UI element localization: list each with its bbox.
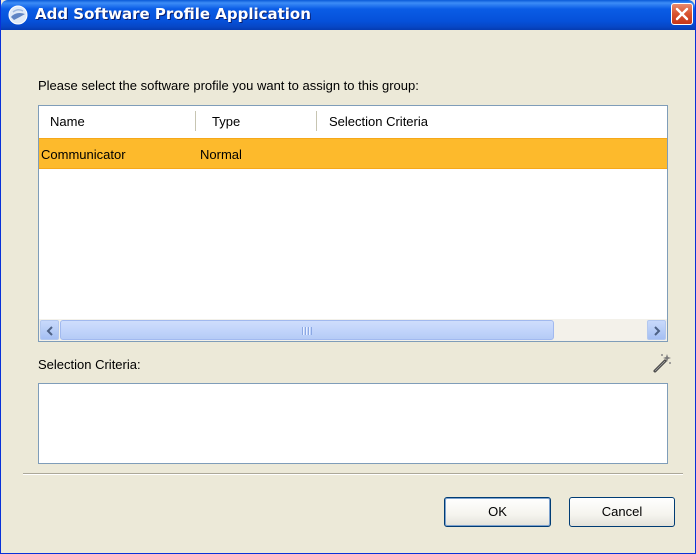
grip-icon — [302, 327, 312, 335]
selection-criteria-field[interactable] — [38, 383, 668, 464]
cell-type: Normal — [200, 147, 242, 162]
title-bar[interactable]: Add Software Profile Application — [1, 0, 695, 30]
horizontal-scrollbar[interactable] — [39, 319, 667, 341]
table-row[interactable]: Communicator Normal — [39, 138, 667, 169]
cancel-button[interactable]: Cancel — [569, 497, 675, 527]
globe-icon — [8, 5, 28, 25]
column-header-selection-criteria[interactable]: Selection Criteria — [329, 114, 428, 129]
instruction-text: Please select the software profile you w… — [38, 78, 419, 93]
close-icon — [675, 7, 689, 21]
separator — [23, 473, 683, 475]
close-button[interactable] — [671, 3, 693, 25]
column-divider[interactable] — [316, 111, 317, 131]
arrow-right-icon — [654, 326, 661, 336]
ok-button[interactable]: OK — [444, 497, 551, 527]
profile-table[interactable]: Name Type Selection Criteria Communicato… — [38, 105, 668, 342]
wand-icon[interactable] — [651, 352, 673, 374]
column-divider[interactable] — [195, 111, 196, 131]
cell-name: Communicator — [41, 147, 126, 162]
column-header-name[interactable]: Name — [50, 114, 85, 129]
dialog-window: Add Software Profile Application Please … — [0, 0, 696, 554]
scroll-thumb[interactable] — [60, 320, 554, 340]
column-header-type[interactable]: Type — [212, 114, 240, 129]
selection-criteria-label: Selection Criteria: — [38, 357, 141, 372]
window-title: Add Software Profile Application — [35, 5, 311, 23]
arrow-left-icon — [46, 326, 53, 336]
scroll-left-button[interactable] — [40, 320, 59, 340]
scroll-right-button[interactable] — [647, 320, 666, 340]
table-header: Name Type Selection Criteria — [39, 106, 667, 136]
